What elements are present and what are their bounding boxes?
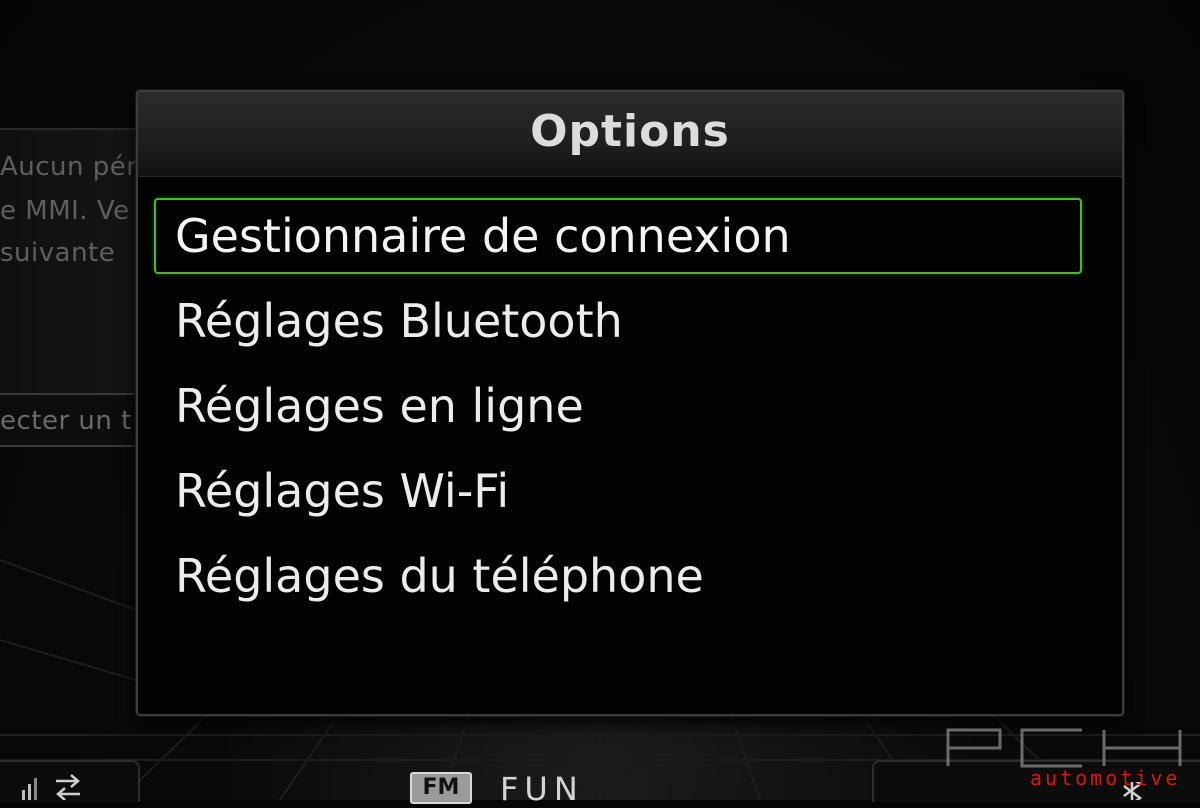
mmi-screen: Aucun pér e MMI. Ve suivante ecter un t … <box>0 0 1200 808</box>
fm-band-badge: FM <box>410 772 472 804</box>
background-app-text-line1: Aucun pér <box>0 152 138 182</box>
swap-icon <box>56 774 80 800</box>
menu-item-bluetooth-settings[interactable]: Réglages Bluetooth <box>154 283 1082 359</box>
menu-item-label: Réglages du téléphone <box>175 549 704 603</box>
menu-item-label: Gestionnaire de connexion <box>175 209 791 263</box>
watermark-subtitle: automotive <box>1030 766 1181 790</box>
dialog-title: Options <box>530 106 730 157</box>
menu-item-label: Réglages en ligne <box>175 379 584 433</box>
background-app-text-line2: e MMI. Ve <box>0 196 130 226</box>
background-app-text-line3: suivante <box>0 238 116 268</box>
menu-item-phone-settings[interactable]: Réglages du téléphone <box>154 538 1082 614</box>
menu-item-label: Réglages Bluetooth <box>175 294 623 348</box>
menu-item-label: Réglages Wi-Fi <box>175 464 510 518</box>
station-name: FUN <box>500 770 584 808</box>
signal-icon <box>22 778 37 800</box>
menu-item-wifi-settings[interactable]: Réglages Wi-Fi <box>154 453 1082 529</box>
background-app-action-label: ecter un t <box>0 406 132 436</box>
menu-item-connection-manager[interactable]: Gestionnaire de connexion <box>154 198 1082 274</box>
dialog-header: Options <box>138 92 1122 177</box>
options-dialog: Options Gestionnaire de connexion Réglag… <box>136 90 1124 716</box>
menu-item-online-settings[interactable]: Réglages en ligne <box>154 368 1082 444</box>
options-menu: Gestionnaire de connexion Réglages Bluet… <box>154 198 1082 623</box>
